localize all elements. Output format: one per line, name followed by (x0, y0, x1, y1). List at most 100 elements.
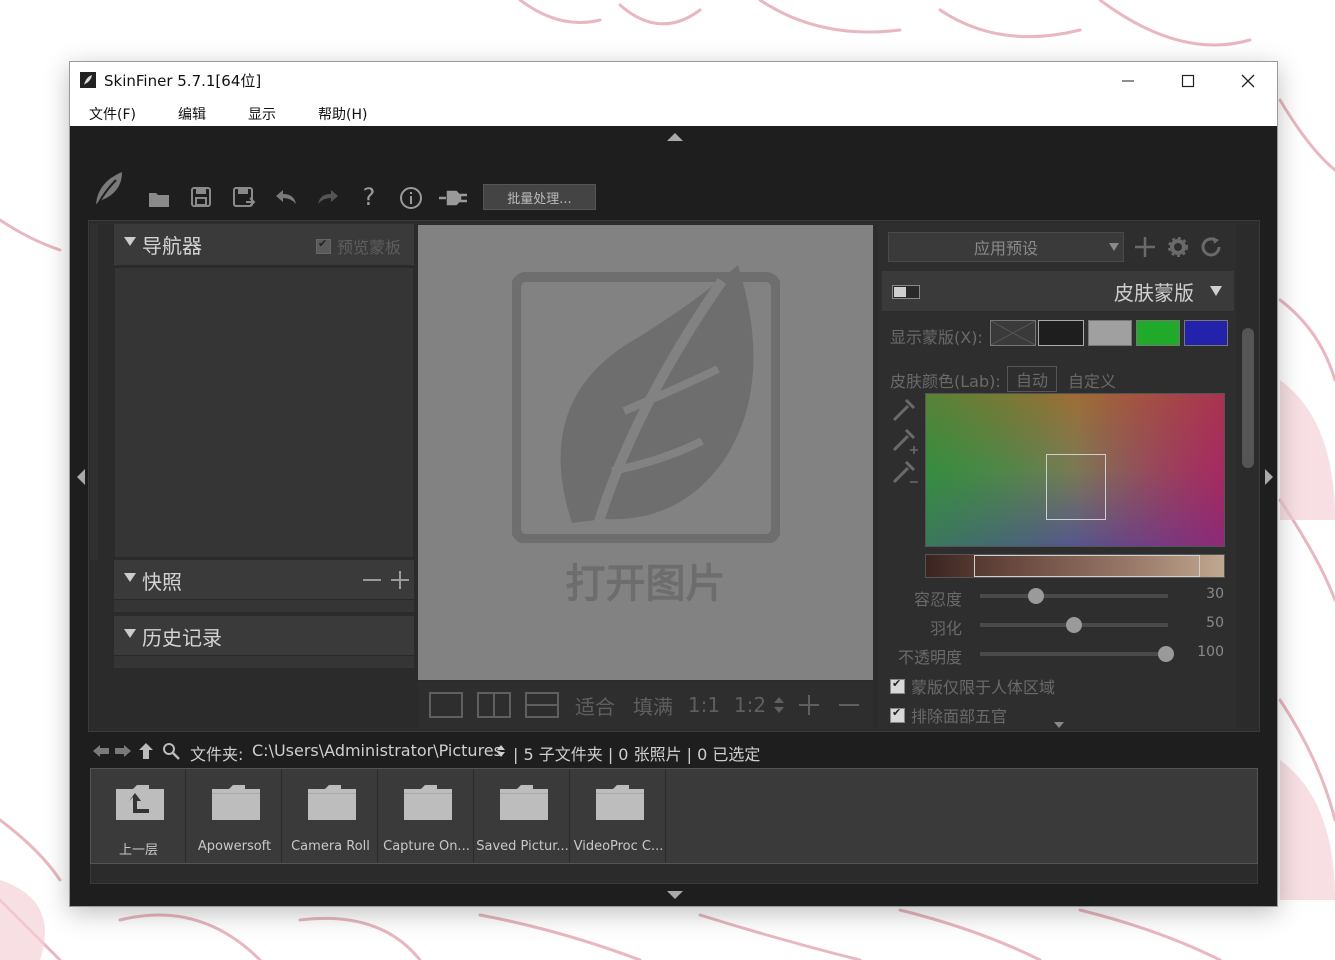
plugin-icon[interactable] (438, 188, 468, 208)
help-icon[interactable]: ? (358, 183, 380, 211)
menu-view[interactable]: 显示 (248, 104, 276, 124)
minimize-icon (1122, 80, 1134, 82)
save-icon[interactable] (190, 186, 212, 208)
redo-icon[interactable] (316, 188, 340, 206)
expand-triangle-icon (124, 237, 136, 246)
feather-value: 50 (1206, 615, 1224, 631)
save-as-icon[interactable] (232, 186, 256, 210)
folder-item[interactable]: Saved Pictur... (475, 769, 570, 863)
minimize-button[interactable] (1098, 62, 1158, 100)
mask-swatch-blue[interactable] (1184, 320, 1228, 346)
split-vertical-button[interactable] (474, 682, 514, 728)
view-toolbar: 适合 填满 1:1 1:2 (418, 682, 873, 728)
folder-name: VideoProc C... (573, 839, 664, 854)
reset-icon[interactable] (1200, 236, 1222, 258)
lab-color-picker[interactable] (925, 393, 1225, 547)
zoom-1-2-button[interactable]: 1:2 (730, 682, 770, 728)
preview-mask-checkbox[interactable]: 预览蒙板 (316, 234, 401, 258)
navigator-header[interactable]: 导航器 预览蒙板 (114, 224, 414, 266)
mask-swatch-black[interactable] (1038, 320, 1084, 346)
add-preset-icon[interactable] (1134, 236, 1156, 258)
snapshot-header[interactable]: 快照 (114, 560, 414, 600)
search-icon[interactable] (162, 742, 180, 760)
opacity-value: 100 (1197, 644, 1224, 660)
zoom-1-1-button[interactable]: 1:1 (686, 682, 722, 728)
title-bar: SkinFiner 5.7.1[64位] (70, 62, 1277, 100)
leaf-logo-icon (512, 265, 780, 543)
snapshot-title: 快照 (142, 570, 182, 594)
forward-arrow-icon[interactable] (114, 744, 132, 758)
mask-swatch-green[interactable] (1136, 320, 1180, 346)
tolerance-slider[interactable] (980, 594, 1168, 598)
app-window: SkinFiner 5.7.1[64位] 文件(F) 编辑 显示 帮助(H) ? (69, 61, 1278, 907)
collapse-down-icon[interactable] (666, 890, 684, 900)
open-image-placeholder[interactable]: 打开图片 (418, 551, 873, 609)
skin-tone-range-window[interactable] (974, 555, 1200, 577)
expand-right-panel-icon[interactable] (1264, 468, 1274, 486)
info-icon[interactable] (399, 186, 423, 210)
file-path-bar: 文件夹: C:\Users\Administrator\Pictures | 5… (88, 740, 1260, 766)
back-arrow-icon[interactable] (92, 744, 110, 758)
add-snapshot-icon[interactable] (390, 570, 410, 590)
path-sort-icon[interactable] (496, 744, 506, 758)
menu-help[interactable]: 帮助(H) (318, 104, 367, 124)
eyedropper-add-icon[interactable] (890, 428, 918, 456)
zoom-out-icon[interactable] (838, 694, 860, 716)
zoom-spinner-icon[interactable] (772, 694, 786, 716)
zoom-in-icon[interactable] (798, 694, 820, 716)
custom-color-button[interactable]: 自定义 (1068, 368, 1116, 392)
main-content: ? 批量处理... 导航器 预览蒙板 快照 历史记录 (70, 126, 1277, 906)
gear-icon[interactable] (1167, 236, 1189, 258)
menu-edit[interactable]: 编辑 (178, 104, 206, 124)
mask-swatch-gray[interactable] (1088, 320, 1132, 346)
feather-label: 羽化 (929, 619, 962, 638)
preset-dropdown[interactable]: 应用预设 (888, 232, 1124, 262)
split-horizontal-button[interactable] (522, 682, 562, 728)
eyedropper-icon[interactable] (890, 396, 918, 424)
open-folder-icon[interactable] (148, 188, 170, 208)
up-arrow-icon[interactable] (138, 742, 154, 760)
auto-color-button[interactable]: 自动 (1007, 366, 1058, 392)
batch-process-button[interactable]: 批量处理... (483, 184, 596, 210)
window-title: SkinFiner 5.7.1[64位] (104, 72, 262, 90)
mask-swatch-none[interactable] (990, 320, 1036, 346)
skin-mask-header[interactable]: 皮肤蒙版 (882, 271, 1234, 311)
right-panel-scrollbar[interactable] (1242, 328, 1254, 468)
remove-snapshot-icon[interactable] (362, 570, 382, 590)
limit-to-body-checkbox[interactable]: 蒙版仅限于人体区域 (890, 674, 1055, 698)
split-vertical-icon (477, 692, 511, 718)
folder-item[interactable]: VideoProc C... (571, 769, 666, 863)
tolerance-label: 容忍度 (913, 590, 962, 609)
opacity-slider-knob[interactable] (1158, 646, 1174, 662)
fill-button[interactable]: 填满 (628, 682, 678, 728)
folder-path[interactable]: C:\Users\Administrator\Pictures (252, 741, 502, 760)
single-view-button[interactable] (422, 682, 470, 728)
exclude-facial-features-label: 排除面部五官 (911, 707, 1008, 726)
toggle-switch-icon[interactable] (892, 285, 920, 299)
image-canvas[interactable]: 打开图片 (418, 225, 873, 680)
collapse-up-icon[interactable] (666, 132, 684, 142)
folder-item-up[interactable]: 上一层 (91, 769, 186, 863)
expand-left-panel-icon[interactable] (76, 468, 86, 486)
skin-tone-bar[interactable] (925, 554, 1225, 578)
navigator-body (114, 267, 414, 558)
fit-button[interactable]: 适合 (570, 682, 620, 728)
tolerance-value: 30 (1206, 586, 1224, 602)
eyedropper-subtract-icon[interactable] (890, 460, 918, 488)
exclude-facial-features-checkbox[interactable]: 排除面部五官 (890, 703, 1007, 727)
preview-mask-label: 预览蒙板 (337, 238, 402, 257)
folder-icon (308, 785, 356, 820)
menu-file[interactable]: 文件(F) (89, 104, 136, 124)
history-header[interactable]: 历史记录 (114, 616, 414, 656)
maximize-button[interactable] (1158, 62, 1218, 100)
folder-item[interactable]: Camera Roll (283, 769, 378, 863)
folder-item[interactable]: Capture On... (379, 769, 474, 863)
feather-slider-knob[interactable] (1066, 617, 1082, 633)
folder-icon (404, 785, 452, 820)
folder-item[interactable]: Apowersoft (187, 769, 282, 863)
undo-icon[interactable] (274, 188, 298, 206)
scroll-more-icon[interactable] (1054, 722, 1064, 728)
opacity-slider[interactable] (980, 652, 1168, 656)
color-selection-box[interactable] (1046, 454, 1106, 520)
close-button[interactable] (1218, 62, 1277, 100)
